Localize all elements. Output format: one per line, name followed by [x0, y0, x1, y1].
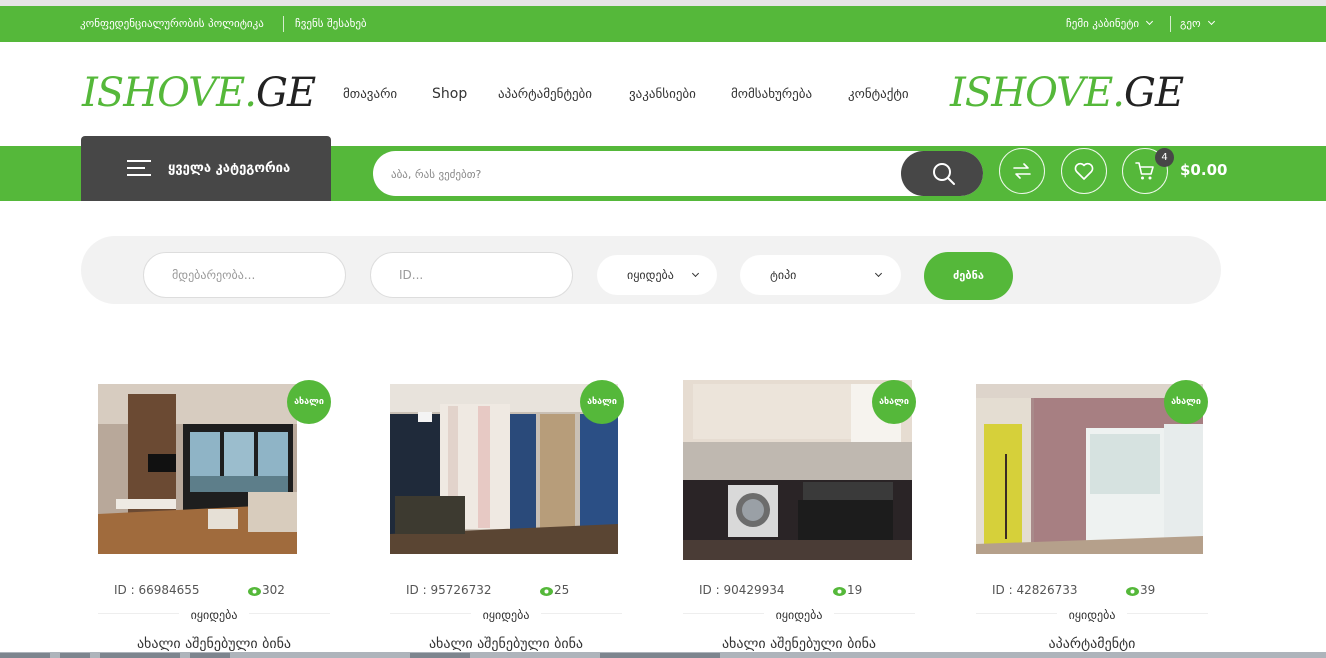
- views-count: 19: [847, 583, 863, 597]
- privacy-policy-link[interactable]: კონფედენციალურობის პოლიტიკა: [80, 17, 264, 30]
- listing-deal-type: იყიდება: [390, 608, 622, 622]
- search-button[interactable]: [901, 151, 983, 196]
- search-input[interactable]: [391, 164, 891, 184]
- listing-id: ID : 42826733: [992, 583, 1078, 597]
- listing-title[interactable]: ახალი აშენებული ბინა: [390, 636, 622, 652]
- id-input[interactable]: [370, 252, 573, 298]
- nav-item-shop[interactable]: Shop: [432, 86, 467, 102]
- eye-icon: [248, 587, 261, 596]
- property-type-select[interactable]: ტიპი: [740, 255, 901, 295]
- property-filter-bar: იყიდება ტიპი ძებნა: [81, 236, 1221, 304]
- chevron-down-icon: [691, 269, 700, 278]
- listing-meta: ID : 95726732 25: [390, 583, 622, 605]
- listing-card[interactable]: ახალი ID : 42826733 39 იყიდება აპარტამენ…: [976, 380, 1208, 658]
- filter-search-button[interactable]: ძებნა: [924, 252, 1013, 300]
- nav-item-apartments[interactable]: აპარტამენტები: [498, 87, 592, 102]
- listing-meta: ID : 90429934 19: [683, 583, 915, 605]
- language-selector[interactable]: გეო: [1180, 17, 1215, 30]
- listing-deal-type: იყიდება: [976, 608, 1208, 622]
- site-logo[interactable]: ISHOVE.GE: [82, 70, 316, 116]
- listing-card[interactable]: ახალი ID : 90429934 19 იყიდება ახალი აშე…: [683, 380, 916, 658]
- heart-icon: [1074, 162, 1094, 180]
- logo-part-1: ISHOVE.: [82, 70, 257, 116]
- new-badge: ახალი: [872, 380, 916, 424]
- wishlist-button[interactable]: [1061, 148, 1107, 194]
- compare-icon: [1013, 163, 1031, 179]
- listing-title[interactable]: ახალი აშენებული ბინა: [98, 636, 330, 652]
- logo-part-2: GE: [255, 70, 316, 116]
- property-type-value: ტიპი: [770, 268, 797, 282]
- listing-id: ID : 66984655: [114, 583, 200, 597]
- views-count: 25: [554, 583, 570, 597]
- deal-type-select[interactable]: იყიდება: [597, 255, 717, 295]
- all-categories-button[interactable]: ყველა კატეგორია: [81, 136, 331, 201]
- listing-meta: ID : 66984655 302: [98, 583, 330, 605]
- deal-type-label: იყიდება: [763, 608, 835, 622]
- menu-icon: [127, 160, 151, 176]
- search-icon: [933, 163, 955, 185]
- language-label: გეო: [1180, 17, 1201, 30]
- top-bar: კონფედენციალურობის პოლიტიკა ჩვენს შესახე…: [0, 6, 1326, 42]
- nav-item-home[interactable]: მთავარი: [343, 87, 397, 102]
- location-input[interactable]: [143, 252, 346, 298]
- views-count: 39: [1140, 583, 1156, 597]
- topbar-divider: [1170, 16, 1171, 32]
- os-taskbar: [0, 652, 1326, 658]
- nav-item-contact[interactable]: კონტაქტი: [848, 87, 909, 102]
- nav-item-vacancies[interactable]: ვაკანსიები: [629, 87, 696, 102]
- listing-deal-type: იყიდება: [98, 608, 330, 622]
- eye-icon: [1126, 587, 1139, 596]
- listing-card[interactable]: ახალი ID : 95726732 25 იყიდება ახალი აშე…: [390, 380, 624, 658]
- listing-views: 25: [540, 583, 569, 597]
- compare-button[interactable]: [999, 148, 1045, 194]
- topbar-divider: [283, 16, 284, 32]
- chevron-down-icon: [874, 269, 883, 278]
- cart-count-badge: 4: [1155, 148, 1174, 167]
- deal-type-value: იყიდება: [627, 268, 674, 282]
- nav-item-services[interactable]: მომსახურება: [731, 87, 812, 102]
- chevron-down-icon: [1207, 17, 1215, 26]
- deal-type-label: იყიდება: [1056, 608, 1128, 622]
- my-account-label: ჩემი კაბინეტი: [1066, 17, 1140, 30]
- listing-views: 39: [1126, 583, 1155, 597]
- listing-views: 302: [248, 583, 285, 597]
- modern-living-room-photo[interactable]: [98, 384, 297, 554]
- logo-part-1: ISHOVE.: [950, 70, 1125, 116]
- eye-icon: [833, 587, 846, 596]
- eye-icon: [540, 587, 553, 596]
- header: ISHOVE.GE მთავარი Shop აპარტამენტები ვაკ…: [0, 42, 1326, 146]
- logo-part-2: GE: [1123, 70, 1184, 116]
- listing-views: 19: [833, 583, 862, 597]
- site-logo-secondary[interactable]: ISHOVE.GE: [950, 70, 1184, 116]
- chevron-down-icon: [1146, 17, 1154, 26]
- listing-card[interactable]: ახალი ID : 66984655 302 იყიდება ახალი აშ…: [98, 380, 331, 658]
- listing-id: ID : 95726732: [406, 583, 492, 597]
- listing-meta: ID : 42826733 39: [976, 583, 1208, 605]
- deal-type-label: იყიდება: [178, 608, 250, 622]
- all-categories-label: ყველა კატეგორია: [168, 161, 291, 176]
- new-badge: ახალი: [580, 380, 624, 424]
- cart-icon: [1135, 162, 1154, 180]
- search-bar: [373, 151, 983, 196]
- cart-total[interactable]: $0.00: [1180, 161, 1227, 179]
- new-badge: ახალი: [1164, 380, 1208, 424]
- listing-title[interactable]: ახალი აშენებული ბინა: [683, 636, 915, 652]
- deal-type-label: იყიდება: [470, 608, 542, 622]
- listing-id: ID : 90429934: [699, 583, 785, 597]
- my-account-menu[interactable]: ჩემი კაბინეტი: [1066, 17, 1154, 30]
- listing-deal-type: იყიდება: [683, 608, 915, 622]
- new-badge: ახალი: [287, 380, 331, 424]
- about-us-link[interactable]: ჩვენს შესახებ: [295, 17, 367, 30]
- listing-title[interactable]: აპარტამენტი: [976, 636, 1208, 652]
- views-count: 302: [262, 583, 285, 597]
